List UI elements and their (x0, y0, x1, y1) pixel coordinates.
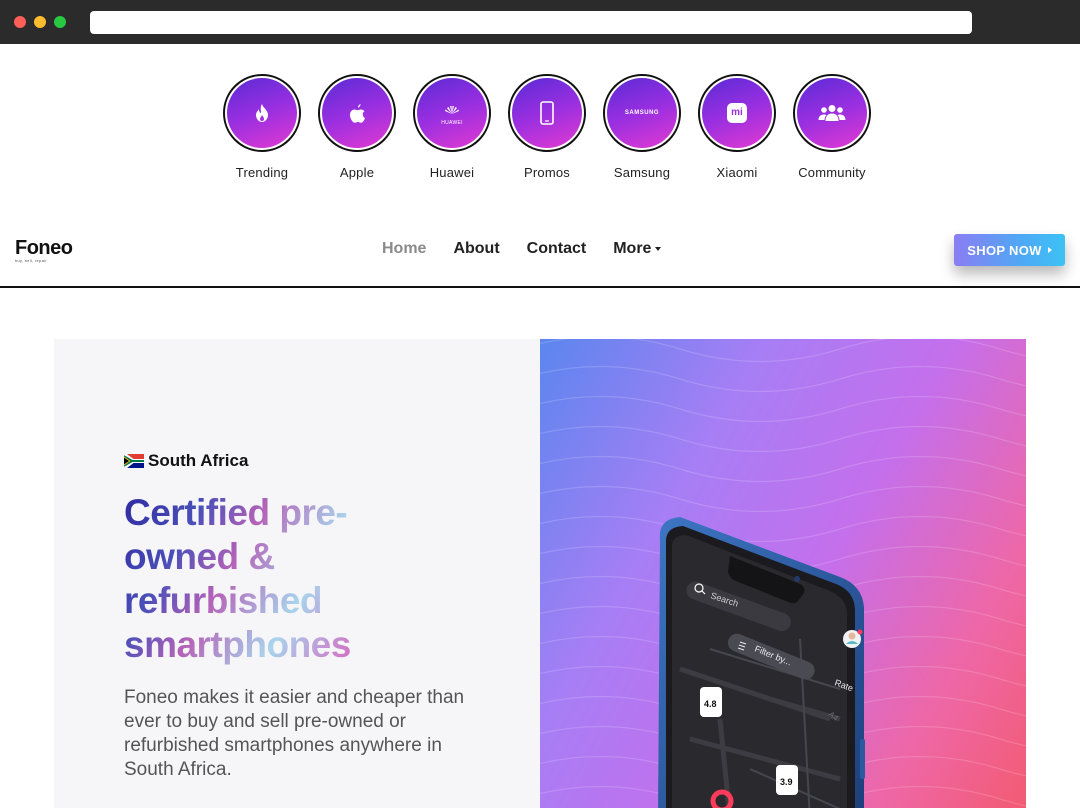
story-label: Promos (524, 165, 570, 180)
story-samsung[interactable]: SAMSUNG Samsung (602, 74, 682, 180)
apple-icon (350, 103, 365, 123)
hero-text-panel: South Africa Certified pre-owned & refur… (54, 339, 540, 808)
nav-more[interactable]: More (613, 240, 662, 258)
hero-description: Foneo makes it easier and cheaper than e… (124, 687, 465, 780)
story-promos[interactable]: Promos (507, 74, 587, 180)
site-logo[interactable]: Foneo buy, sell, repair (15, 237, 73, 263)
country-name: South Africa (148, 451, 249, 470)
phone-icon (540, 101, 554, 125)
story-ring: HUAWEI (413, 74, 491, 152)
chevron-right-icon (1047, 247, 1052, 253)
main-navbar: Foneo buy, sell, repair Home About Conta… (0, 216, 1080, 288)
window-minimize-button[interactable] (34, 16, 46, 28)
xiaomi-logo-icon: mi (727, 103, 747, 123)
story-community[interactable]: Community (792, 74, 872, 180)
south-africa-flag-icon (124, 454, 144, 468)
story-huawei[interactable]: HUAWEI Huawei (412, 74, 492, 180)
rating-marker-2: 3.9 (780, 777, 793, 787)
story-label: Community (798, 165, 866, 180)
story-ring (318, 74, 396, 152)
story-ring: mi (698, 74, 776, 152)
hero-phone-illustration: Search Filter by... Rate A4 4.8 3.9 (540, 339, 1026, 808)
shop-now-label: SHOP NOW (967, 242, 1042, 258)
story-ring (793, 74, 871, 152)
story-xiaomi[interactable]: mi Xiaomi (697, 74, 777, 180)
story-ring (223, 74, 301, 152)
story-ring: SAMSUNG (603, 74, 681, 152)
story-label: Xiaomi (716, 165, 758, 180)
window-close-button[interactable] (14, 16, 26, 28)
people-icon (818, 105, 846, 121)
story-label: Trending (235, 165, 289, 180)
story-ring (508, 74, 586, 152)
hero-headline: Certified pre-owned & refurbished smartp… (124, 491, 454, 667)
huawei-logo-icon: HUAWEI (441, 101, 463, 126)
shop-now-button[interactable]: SHOP NOW (954, 234, 1065, 266)
rating-marker-1: 4.8 (704, 699, 717, 709)
story-label: Apple (339, 165, 375, 180)
story-label: Huawei (429, 165, 475, 180)
samsung-logo-icon: SAMSUNG (624, 110, 660, 116)
country-indicator: South Africa (124, 451, 248, 471)
window-maximize-button[interactable] (54, 16, 66, 28)
nav-more-label: More (613, 240, 652, 257)
address-bar[interactable] (90, 11, 972, 34)
nav-contact[interactable]: Contact (527, 240, 587, 258)
story-trending[interactable]: Trending (222, 74, 302, 180)
nav-menu: Home About Contact More (382, 240, 662, 258)
nav-home[interactable]: Home (382, 240, 426, 258)
logo-text: Foneo (15, 237, 73, 259)
flame-icon (256, 104, 268, 122)
hero-image-panel: Search Filter by... Rate A4 4.8 3.9 (540, 339, 1026, 808)
chevron-down-icon (655, 246, 662, 251)
category-stories: Trending Apple HUAWEI Huawei Promos SAMS… (0, 74, 1080, 194)
story-label: Samsung (613, 165, 671, 180)
hero-section: South Africa Certified pre-owned & refur… (54, 339, 1026, 808)
browser-chrome (0, 0, 1080, 44)
story-apple[interactable]: Apple (317, 74, 397, 180)
nav-about[interactable]: About (453, 240, 499, 258)
